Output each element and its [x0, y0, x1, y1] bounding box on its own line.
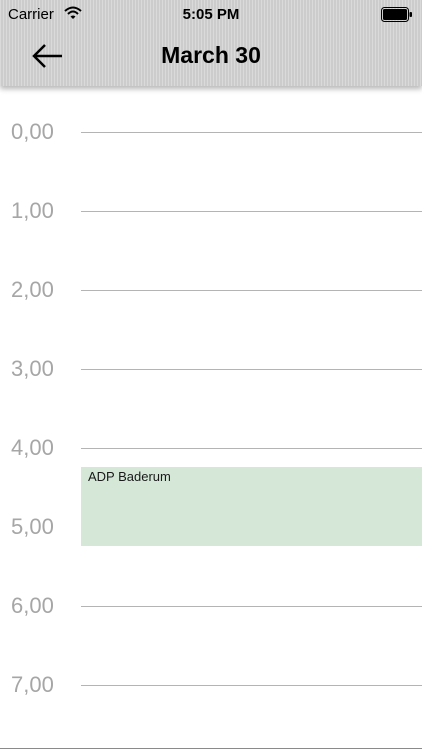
- hour-label: 1,00: [11, 198, 54, 223]
- hour-row: 7,00: [0, 665, 422, 705]
- hour-row: 0,00: [0, 112, 422, 152]
- hour-label: 5,00: [11, 514, 54, 539]
- hour-divider: [81, 132, 422, 133]
- hour-divider: [81, 448, 422, 449]
- hour-divider: [81, 369, 422, 370]
- battery-icon: [381, 7, 413, 22]
- status-time: 5:05 PM: [182, 6, 240, 23]
- nav-bar: March 30: [0, 30, 422, 86]
- hour-label: 7,00: [11, 672, 54, 697]
- hour-divider: [81, 211, 422, 212]
- event-block[interactable]: ADP Baderum: [81, 467, 422, 546]
- hour-row: 3,00: [0, 349, 422, 389]
- hour-divider: [81, 606, 422, 607]
- event-title: ADP Baderum: [88, 469, 171, 484]
- header: Carrier 5:05 PM March 30: [0, 0, 422, 86]
- hour-label: 6,00: [11, 593, 54, 618]
- page-title: March 30: [161, 42, 261, 68]
- hour-divider: [81, 290, 422, 291]
- hour-row: 6,00: [0, 586, 422, 626]
- hour-label: 4,00: [11, 435, 54, 460]
- hour-divider: [81, 685, 422, 686]
- hour-row: 1,00: [0, 191, 422, 231]
- hour-row: 4,00: [0, 428, 422, 468]
- status-bar: Carrier 5:05 PM: [0, 0, 422, 30]
- hour-label: 0,00: [11, 119, 54, 144]
- hour-label: 3,00: [11, 356, 54, 381]
- hour-row: 2,00: [0, 270, 422, 310]
- bottom-divider: [0, 748, 422, 749]
- hour-label: 2,00: [11, 277, 54, 302]
- day-view[interactable]: 0,00 1,00 2,00 3,00 4,00 5,00 6,00 7,00 …: [0, 86, 422, 750]
